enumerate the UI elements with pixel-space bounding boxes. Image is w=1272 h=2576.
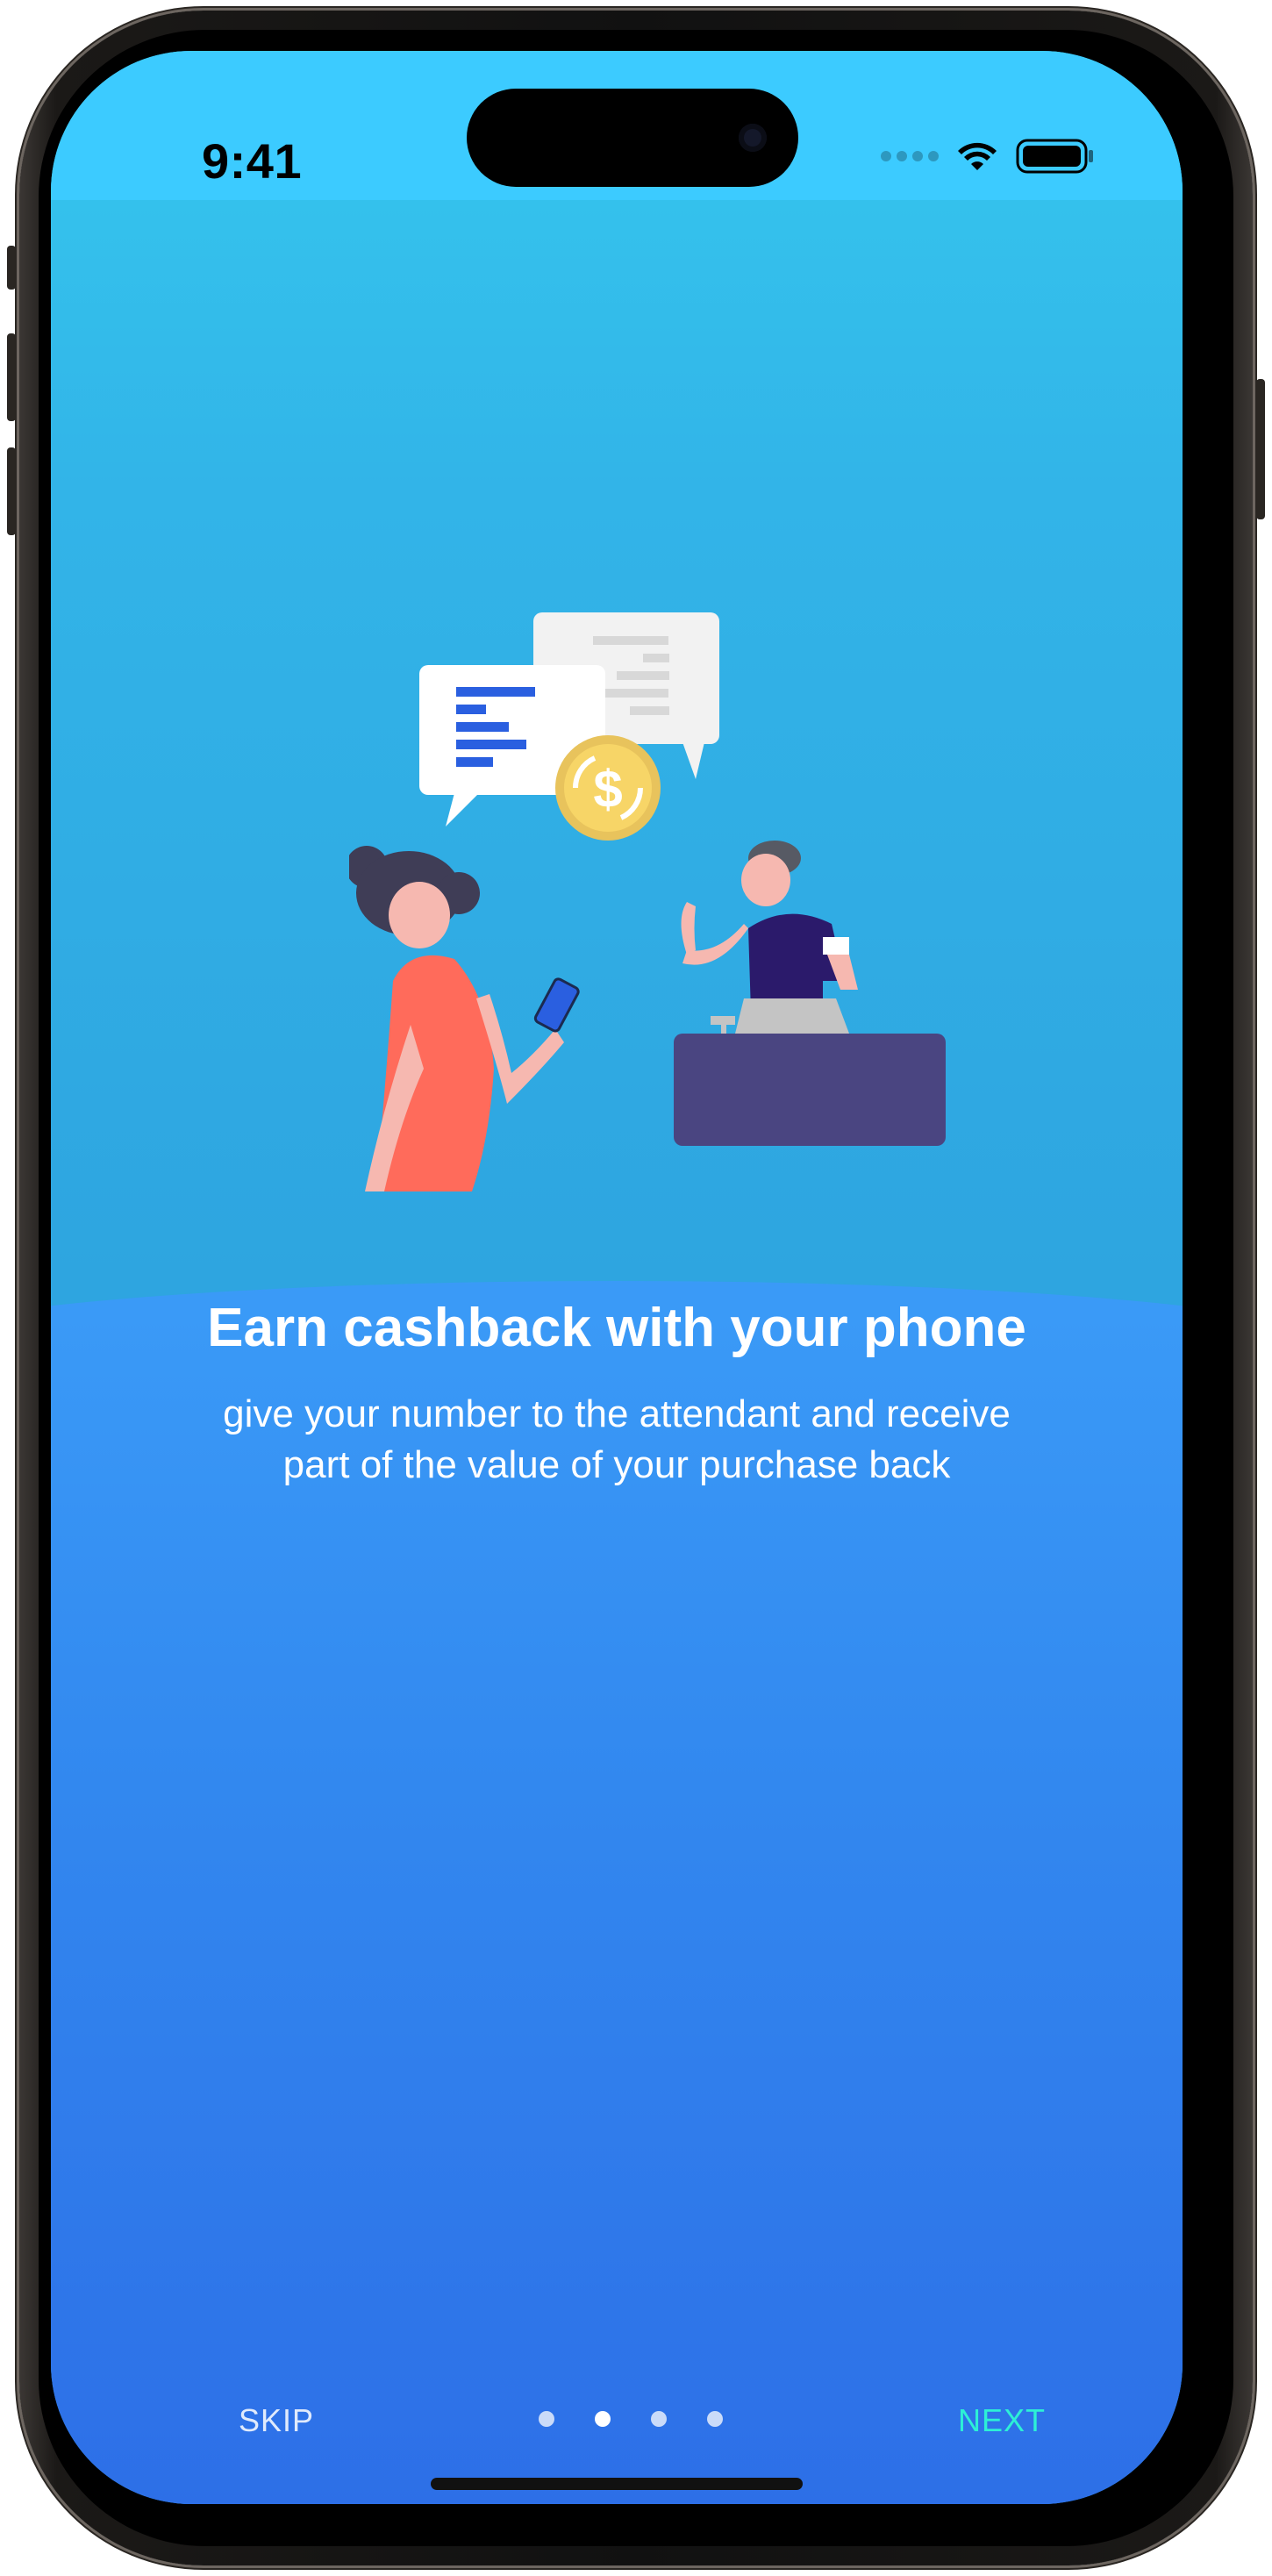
battery-icon (1016, 139, 1093, 174)
cellular-signal-icon (881, 151, 939, 161)
dynamic-island (467, 89, 798, 187)
home-indicator[interactable] (431, 2478, 803, 2490)
onboarding-subtitle: give your number to the attendant and re… (223, 1392, 1011, 1486)
page-dot-2[interactable] (595, 2411, 611, 2427)
status-time: 9:41 (202, 133, 303, 189)
mute-switch (7, 246, 16, 290)
page-dot-1[interactable] (539, 2411, 554, 2427)
counter-icon (674, 1034, 946, 1146)
volume-up-button (7, 333, 16, 421)
status-indicators (881, 139, 1095, 174)
power-button (1256, 379, 1265, 519)
volume-down-button (7, 447, 16, 535)
svg-text:$: $ (593, 760, 622, 819)
cashback-illustration: $ (349, 612, 946, 1191)
onboarding-screen: 9:41 $ Earn cashback with your phone giv… (51, 51, 1183, 2504)
onboarding-navigation: SKIP NEXT (51, 2402, 1183, 2455)
skip-button[interactable]: SKIP (239, 2402, 314, 2439)
front-camera-icon (739, 124, 767, 152)
page-dot-4[interactable] (707, 2411, 723, 2427)
onboarding-title: Earn cashback with your phone (207, 1298, 1026, 1358)
wifi-icon (958, 142, 997, 170)
cash-register-icon (711, 998, 849, 1038)
customer-figure-icon (349, 846, 580, 1191)
page-dot-3[interactable] (651, 2411, 667, 2427)
dollar-coin-icon: $ (555, 735, 661, 841)
page-indicator (539, 2411, 723, 2427)
next-button[interactable]: NEXT (958, 2402, 1046, 2439)
